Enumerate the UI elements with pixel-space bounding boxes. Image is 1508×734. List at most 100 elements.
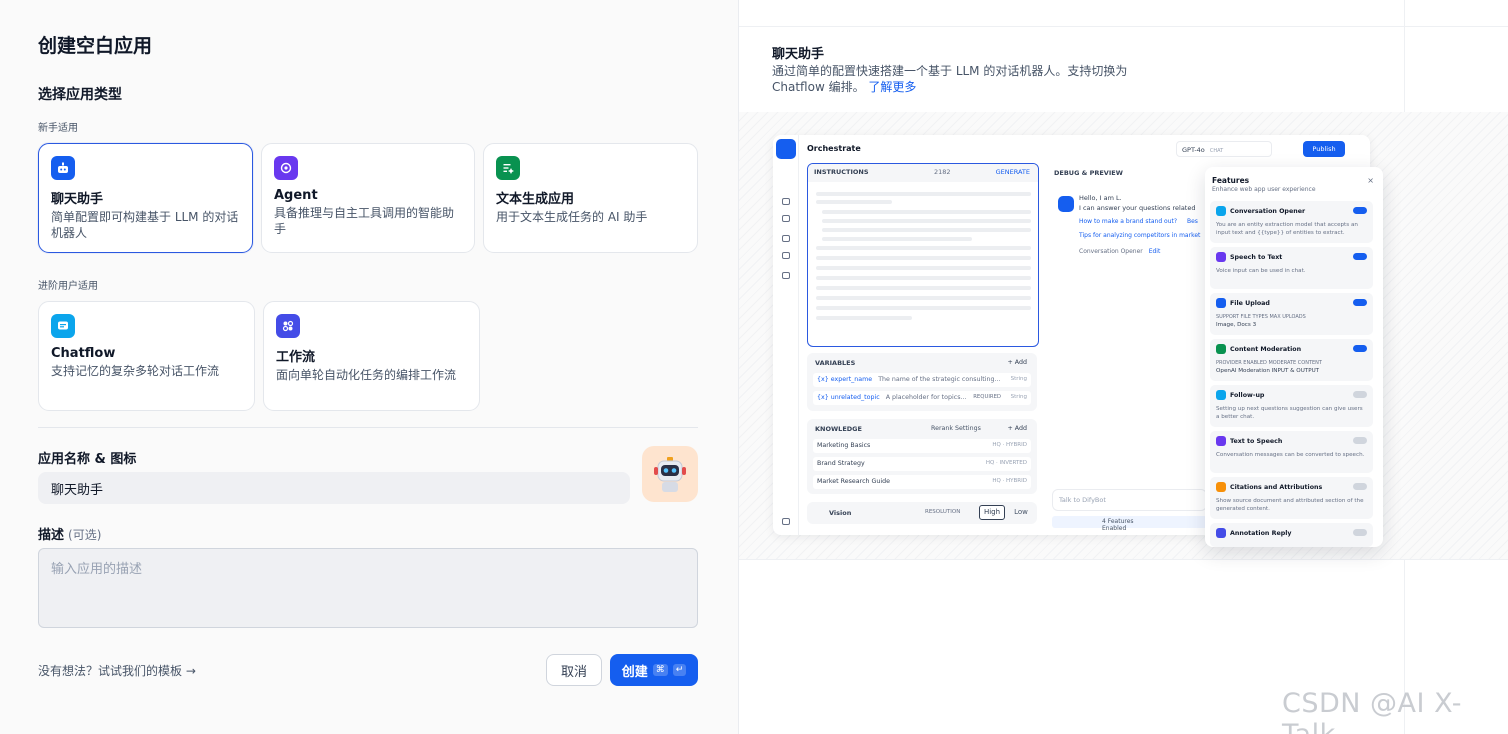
text-line (816, 306, 1031, 310)
logs-icon (782, 235, 790, 242)
card-description: 面向单轮自动化任务的编排工作流 (276, 368, 457, 382)
text-line (816, 296, 1031, 300)
mini-low-option: Low (1014, 508, 1028, 516)
suggestion-row: How to make a brand stand out? Bes (1079, 217, 1201, 227)
mini-features-enabled: 4 Features Enabled (1052, 516, 1207, 532)
conversation-opener-icon (1216, 206, 1226, 216)
var-type: String (1010, 394, 1027, 400)
feature-desc: SUPPORT FILE TYPES MAX UPLOADS (1216, 314, 1306, 320)
grid-line (739, 26, 1508, 27)
feature-title: Annotation Reply (1230, 529, 1292, 537)
feature-desc: Setting up next questions suggestion can… (1216, 406, 1363, 420)
create-button[interactable]: 创建 ⌘ ↵ (610, 654, 698, 686)
features-title: Features (1212, 176, 1250, 185)
mini-variable-row: {x} unrelated_topic A placeholder for to… (813, 391, 1031, 405)
description-textarea[interactable]: 输入应用的描述 (38, 548, 698, 628)
text-line (816, 256, 1031, 260)
var-desc: The name of the strategic consulting... (878, 376, 1001, 383)
mini-instructions-header: INSTRUCTIONS 2182 GENERATE (808, 164, 1038, 182)
chat-greeting: Hello, I am L. (1079, 194, 1122, 202)
card-title: 聊天助手 (51, 192, 104, 207)
var-name: {x} expert_name (817, 376, 873, 383)
preview-description: 通过简单的配置快速搭建一个基于 LLM 的对话机器人。支持切换为 Chatflo… (772, 63, 1152, 95)
beginner-group-label: 新手适用 (38, 123, 78, 134)
mini-vision-label: Vision (829, 509, 852, 517)
preview-panel: 聊天助手 通过简单的配置快速搭建一个基于 LLM 的对话机器人。支持切换为 Ch… (738, 0, 1508, 734)
text-gen-icon (496, 156, 520, 180)
description-heading: 描述 (可选) (38, 524, 101, 543)
opener-label: Conversation Opener (1079, 248, 1143, 255)
feature-toggle (1353, 437, 1367, 444)
suggestion: How to make a brand stand out? (1079, 218, 1178, 225)
opener-edit: Edit (1148, 248, 1161, 255)
create-button-label: 创建 (621, 664, 648, 680)
feature-desc: Show source document and attributed sect… (1216, 498, 1364, 512)
mini-knowledge-block: KNOWLEDGE Rerank Settings + Add Marketin… (807, 419, 1037, 494)
doc-tag: HQ · HYBRID (992, 478, 1027, 484)
feature-title: Conversation Opener (1230, 207, 1306, 215)
feature-desc: Conversation messages can be converted t… (1216, 452, 1365, 458)
feature-toggle (1353, 299, 1367, 306)
feature-title: Citations and Attributions (1230, 483, 1323, 491)
feature-item-conversation-opener: Conversation Opener You are an entity ex… (1210, 201, 1373, 243)
app-type-card-chatflow[interactable]: Chatflow 支持记忆的复杂多轮对话工作流 (38, 301, 255, 411)
app-name-input[interactable]: 聊天助手 (38, 472, 630, 504)
mini-model-tag: CHAT (1209, 148, 1224, 154)
mini-model-selector: GPT-4o CHAT (1176, 141, 1272, 157)
mini-knowledge-row: Brand Strategy HQ · INVERTED (813, 457, 1031, 471)
suggestion: Bes (1186, 218, 1198, 225)
follow-up-icon (1216, 390, 1226, 400)
mini-add-knowledge: + Add (1007, 425, 1027, 432)
doc-name: Market Research Guide (817, 478, 891, 485)
doc-name: Brand Strategy (817, 460, 865, 467)
try-templates-link[interactable]: 没有想法？试试我们的模板 → (38, 662, 196, 679)
name-icon-heading: 应用名称 & 图标 (38, 452, 137, 467)
mini-sidebar (773, 135, 799, 535)
suggestion: Tips for analyzing competitors in market (1079, 232, 1201, 239)
api-icon (782, 215, 790, 222)
app-avatar-picker[interactable] (642, 446, 698, 502)
enter-key-icon: ↵ (672, 664, 687, 676)
feature-toggle (1353, 207, 1367, 214)
text-line (816, 286, 1031, 290)
feature-title: Text to Speech (1230, 437, 1283, 445)
mini-add-variable: + Add (1007, 359, 1027, 366)
feature-toggle (1353, 253, 1367, 260)
mini-rerank-settings: Rerank Settings (931, 425, 981, 432)
app-type-card-workflow[interactable]: 工作流 面向单轮自动化任务的编排工作流 (263, 301, 480, 411)
optional-hint: (可选) (68, 528, 102, 542)
mini-instructions-box: INSTRUCTIONS 2182 GENERATE (807, 163, 1039, 347)
text-line (816, 200, 892, 204)
mini-char-count: 2182 (934, 168, 951, 176)
section-divider (38, 427, 698, 428)
mini-knowledge-row: Market Research Guide HQ · HYBRID (813, 475, 1031, 489)
app-type-card-text-gen[interactable]: 文本生成应用 用于文本生成任务的 AI 助手 (483, 143, 698, 253)
orchestrate-icon (782, 198, 790, 205)
text-line (816, 316, 912, 320)
app-type-card-agent[interactable]: Agent 具备推理与自主工具调用的智能助手 (261, 143, 475, 253)
select-type-heading: 选择应用类型 (38, 87, 122, 103)
learn-more-link[interactable]: 了解更多 (868, 80, 916, 94)
feature-item-citations: Citations and Attributions Show source d… (1210, 477, 1373, 519)
mini-variables-block: VARIABLES + Add {x} expert_name The name… (807, 353, 1037, 411)
feature-toggle (1353, 483, 1367, 490)
mini-bot-avatar (1058, 196, 1074, 212)
text-line (822, 210, 1031, 214)
annotation-icon (782, 252, 790, 259)
text-line (822, 237, 972, 241)
collapse-icon (782, 518, 790, 525)
description-label: 描述 (38, 528, 65, 543)
mini-generate-label: GENERATE (995, 168, 1030, 176)
app-type-card-chatbot[interactable]: 聊天助手 简单配置即可构建基于 LLM 的对话机器人 (38, 143, 253, 253)
card-title: Chatflow (51, 346, 116, 361)
feature-item-content-moderation: Content Moderation PROVIDER ENABLED MODE… (1210, 339, 1373, 381)
file-upload-icon (1216, 298, 1226, 308)
mini-variable-row: {x} expert_name The name of the strategi… (813, 373, 1031, 387)
annotation-icon (1216, 528, 1226, 538)
feature-desc: You are an entity extraction model that … (1216, 222, 1358, 236)
cancel-button[interactable]: 取消 (546, 654, 602, 686)
feature-desc-values: Image, Docs 3 (1216, 322, 1257, 328)
close-icon: × (1367, 176, 1374, 185)
agent-icon (274, 156, 298, 180)
doc-tag: HQ · HYBRID (992, 442, 1027, 448)
